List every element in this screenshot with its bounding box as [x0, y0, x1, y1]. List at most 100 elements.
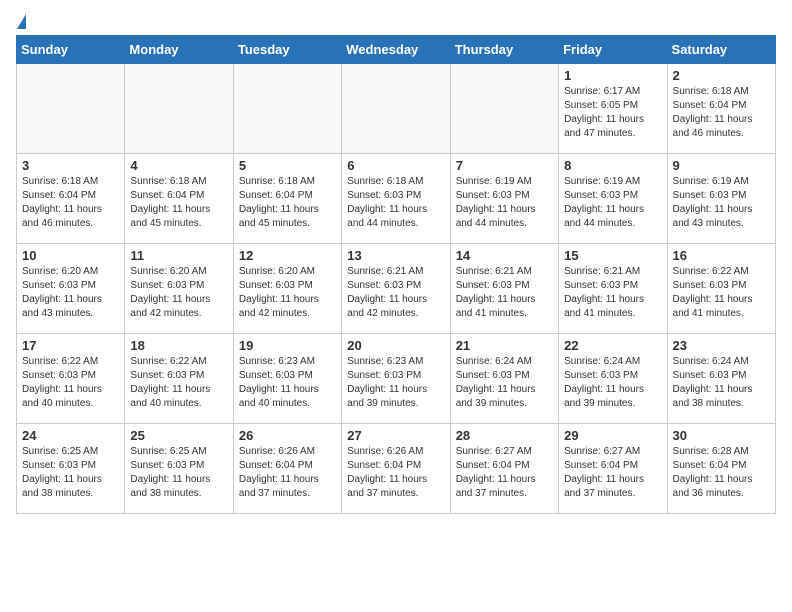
day-number: 15 [564, 248, 661, 263]
day-number: 26 [239, 428, 336, 443]
day-info: Sunrise: 6:27 AMSunset: 6:04 PMDaylight:… [564, 445, 661, 501]
calendar-cell: 11 Sunrise: 6:20 AMSunset: 6:03 PMDayligh… [125, 244, 233, 334]
header-wednesday: Wednesday [342, 36, 450, 64]
day-info: Sunrise: 6:25 AMSunset: 6:03 PMDaylight:… [22, 445, 119, 501]
day-number: 2 [673, 68, 770, 83]
week-row-5: 24 Sunrise: 6:25 AMSunset: 6:03 PMDayligh… [17, 424, 776, 514]
day-number: 1 [564, 68, 661, 83]
day-info: Sunrise: 6:21 AMSunset: 6:03 PMDaylight:… [347, 265, 444, 321]
calendar-cell: 21 Sunrise: 6:24 AMSunset: 6:03 PMDayligh… [450, 334, 558, 424]
day-info: Sunrise: 6:17 AMSunset: 6:05 PMDaylight:… [564, 85, 661, 141]
calendar-cell [342, 64, 450, 154]
day-info: Sunrise: 6:19 AMSunset: 6:03 PMDaylight:… [564, 175, 661, 231]
calendar-cell: 26 Sunrise: 6:26 AMSunset: 6:04 PMDayligh… [233, 424, 341, 514]
calendar-cell: 16 Sunrise: 6:22 AMSunset: 6:03 PMDayligh… [667, 244, 775, 334]
calendar-cell: 10 Sunrise: 6:20 AMSunset: 6:03 PMDayligh… [17, 244, 125, 334]
calendar-cell: 24 Sunrise: 6:25 AMSunset: 6:03 PMDayligh… [17, 424, 125, 514]
day-number: 3 [22, 158, 119, 173]
header-saturday: Saturday [667, 36, 775, 64]
calendar-cell: 1 Sunrise: 6:17 AMSunset: 6:05 PMDaylight… [559, 64, 667, 154]
day-info: Sunrise: 6:24 AMSunset: 6:03 PMDaylight:… [456, 355, 553, 411]
calendar-cell: 23Sunrise: 6:24 AMSunset: 6:03 PMDayligh… [667, 334, 775, 424]
day-info: Sunrise: 6:22 AMSunset: 6:03 PMDaylight:… [22, 355, 119, 411]
day-number: 5 [239, 158, 336, 173]
day-info: Sunrise: 6:26 AMSunset: 6:04 PMDaylight:… [239, 445, 336, 501]
header-thursday: Thursday [450, 36, 558, 64]
day-number: 11 [130, 248, 227, 263]
calendar-cell [17, 64, 125, 154]
day-number: 17 [22, 338, 119, 353]
day-info: Sunrise: 6:18 AMSunset: 6:04 PMDaylight:… [22, 175, 119, 231]
day-info: Sunrise: 6:23 AMSunset: 6:03 PMDaylight:… [347, 355, 444, 411]
calendar-cell: 9 Sunrise: 6:19 AMSunset: 6:03 PMDaylight… [667, 154, 775, 244]
day-info: Sunrise: 6:27 AMSunset: 6:04 PMDaylight:… [456, 445, 553, 501]
week-row-1: 1 Sunrise: 6:17 AMSunset: 6:05 PMDaylight… [17, 64, 776, 154]
day-info: Sunrise: 6:18 AMSunset: 6:04 PMDaylight:… [130, 175, 227, 231]
day-info: Sunrise: 6:19 AMSunset: 6:03 PMDaylight:… [456, 175, 553, 231]
day-number: 4 [130, 158, 227, 173]
day-info: Sunrise: 6:25 AMSunset: 6:03 PMDaylight:… [130, 445, 227, 501]
day-info: Sunrise: 6:20 AMSunset: 6:03 PMDaylight:… [239, 265, 336, 321]
day-number: 30 [673, 428, 770, 443]
calendar-table: SundayMondayTuesdayWednesdayThursdayFrid… [16, 35, 776, 514]
calendar-cell [450, 64, 558, 154]
day-number: 25 [130, 428, 227, 443]
calendar-cell: 3 Sunrise: 6:18 AMSunset: 6:04 PMDaylight… [17, 154, 125, 244]
calendar-cell: 12 Sunrise: 6:20 AMSunset: 6:03 PMDayligh… [233, 244, 341, 334]
calendar-cell: 18 Sunrise: 6:22 AMSunset: 6:03 PMDayligh… [125, 334, 233, 424]
day-info: Sunrise: 6:22 AMSunset: 6:03 PMDaylight:… [673, 265, 770, 321]
day-number: 24 [22, 428, 119, 443]
calendar-cell: 2 Sunrise: 6:18 AMSunset: 6:04 PMDaylight… [667, 64, 775, 154]
day-info: Sunrise: 6:22 AMSunset: 6:03 PMDaylight:… [130, 355, 227, 411]
calendar-header-row: SundayMondayTuesdayWednesdayThursdayFrid… [17, 36, 776, 64]
day-number: 19 [239, 338, 336, 353]
day-info: Sunrise: 6:18 AMSunset: 6:03 PMDaylight:… [347, 175, 444, 231]
logo [16, 16, 28, 27]
calendar-cell: 15 Sunrise: 6:21 AMSunset: 6:03 PMDayligh… [559, 244, 667, 334]
day-number: 10 [22, 248, 119, 263]
calendar-cell: 28Sunrise: 6:27 AMSunset: 6:04 PMDayligh… [450, 424, 558, 514]
day-number: 7 [456, 158, 553, 173]
day-number: 12 [239, 248, 336, 263]
day-info: Sunrise: 6:18 AMSunset: 6:04 PMDaylight:… [239, 175, 336, 231]
header-tuesday: Tuesday [233, 36, 341, 64]
day-number: 18 [130, 338, 227, 353]
calendar-cell [125, 64, 233, 154]
calendar-cell: 8 Sunrise: 6:19 AMSunset: 6:03 PMDaylight… [559, 154, 667, 244]
day-info: Sunrise: 6:28 AMSunset: 6:04 PMDaylight:… [673, 445, 770, 501]
day-info: Sunrise: 6:20 AMSunset: 6:03 PMDaylight:… [22, 265, 119, 321]
calendar-cell: 19Sunrise: 6:23 AMSunset: 6:03 PMDayligh… [233, 334, 341, 424]
calendar-cell: 6 Sunrise: 6:18 AMSunset: 6:03 PMDaylight… [342, 154, 450, 244]
day-number: 9 [673, 158, 770, 173]
day-info: Sunrise: 6:18 AMSunset: 6:04 PMDaylight:… [673, 85, 770, 141]
day-info: Sunrise: 6:24 AMSunset: 6:03 PMDaylight:… [673, 355, 770, 411]
calendar-cell [233, 64, 341, 154]
header-friday: Friday [559, 36, 667, 64]
calendar-cell: 5 Sunrise: 6:18 AMSunset: 6:04 PMDaylight… [233, 154, 341, 244]
week-row-2: 3 Sunrise: 6:18 AMSunset: 6:04 PMDaylight… [17, 154, 776, 244]
day-info: Sunrise: 6:21 AMSunset: 6:03 PMDaylight:… [564, 265, 661, 321]
calendar-cell: 25 Sunrise: 6:25 AMSunset: 6:03 PMDayligh… [125, 424, 233, 514]
day-info: Sunrise: 6:19 AMSunset: 6:03 PMDaylight:… [673, 175, 770, 231]
calendar-cell: 20 Sunrise: 6:23 AMSunset: 6:03 PMDayligh… [342, 334, 450, 424]
calendar-cell: 29 Sunrise: 6:27 AMSunset: 6:04 PMDayligh… [559, 424, 667, 514]
calendar-cell: 7 Sunrise: 6:19 AMSunset: 6:03 PMDaylight… [450, 154, 558, 244]
day-number: 6 [347, 158, 444, 173]
day-number: 13 [347, 248, 444, 263]
calendar-cell: 4 Sunrise: 6:18 AMSunset: 6:04 PMDaylight… [125, 154, 233, 244]
day-info: Sunrise: 6:21 AMSunset: 6:03 PMDaylight:… [456, 265, 553, 321]
page-header [16, 16, 776, 27]
day-number: 21 [456, 338, 553, 353]
calendar-cell: 30 Sunrise: 6:28 AMSunset: 6:04 PMDayligh… [667, 424, 775, 514]
calendar-cell: 27Sunrise: 6:26 AMSunset: 6:04 PMDayligh… [342, 424, 450, 514]
day-number: 8 [564, 158, 661, 173]
day-number: 16 [673, 248, 770, 263]
day-number: 20 [347, 338, 444, 353]
calendar-cell: 17 Sunrise: 6:22 AMSunset: 6:03 PMDayligh… [17, 334, 125, 424]
header-sunday: Sunday [17, 36, 125, 64]
calendar-cell: 22Sunrise: 6:24 AMSunset: 6:03 PMDayligh… [559, 334, 667, 424]
calendar-cell: 13 Sunrise: 6:21 AMSunset: 6:03 PMDayligh… [342, 244, 450, 334]
day-number: 29 [564, 428, 661, 443]
day-number: 22 [564, 338, 661, 353]
day-info: Sunrise: 6:20 AMSunset: 6:03 PMDaylight:… [130, 265, 227, 321]
